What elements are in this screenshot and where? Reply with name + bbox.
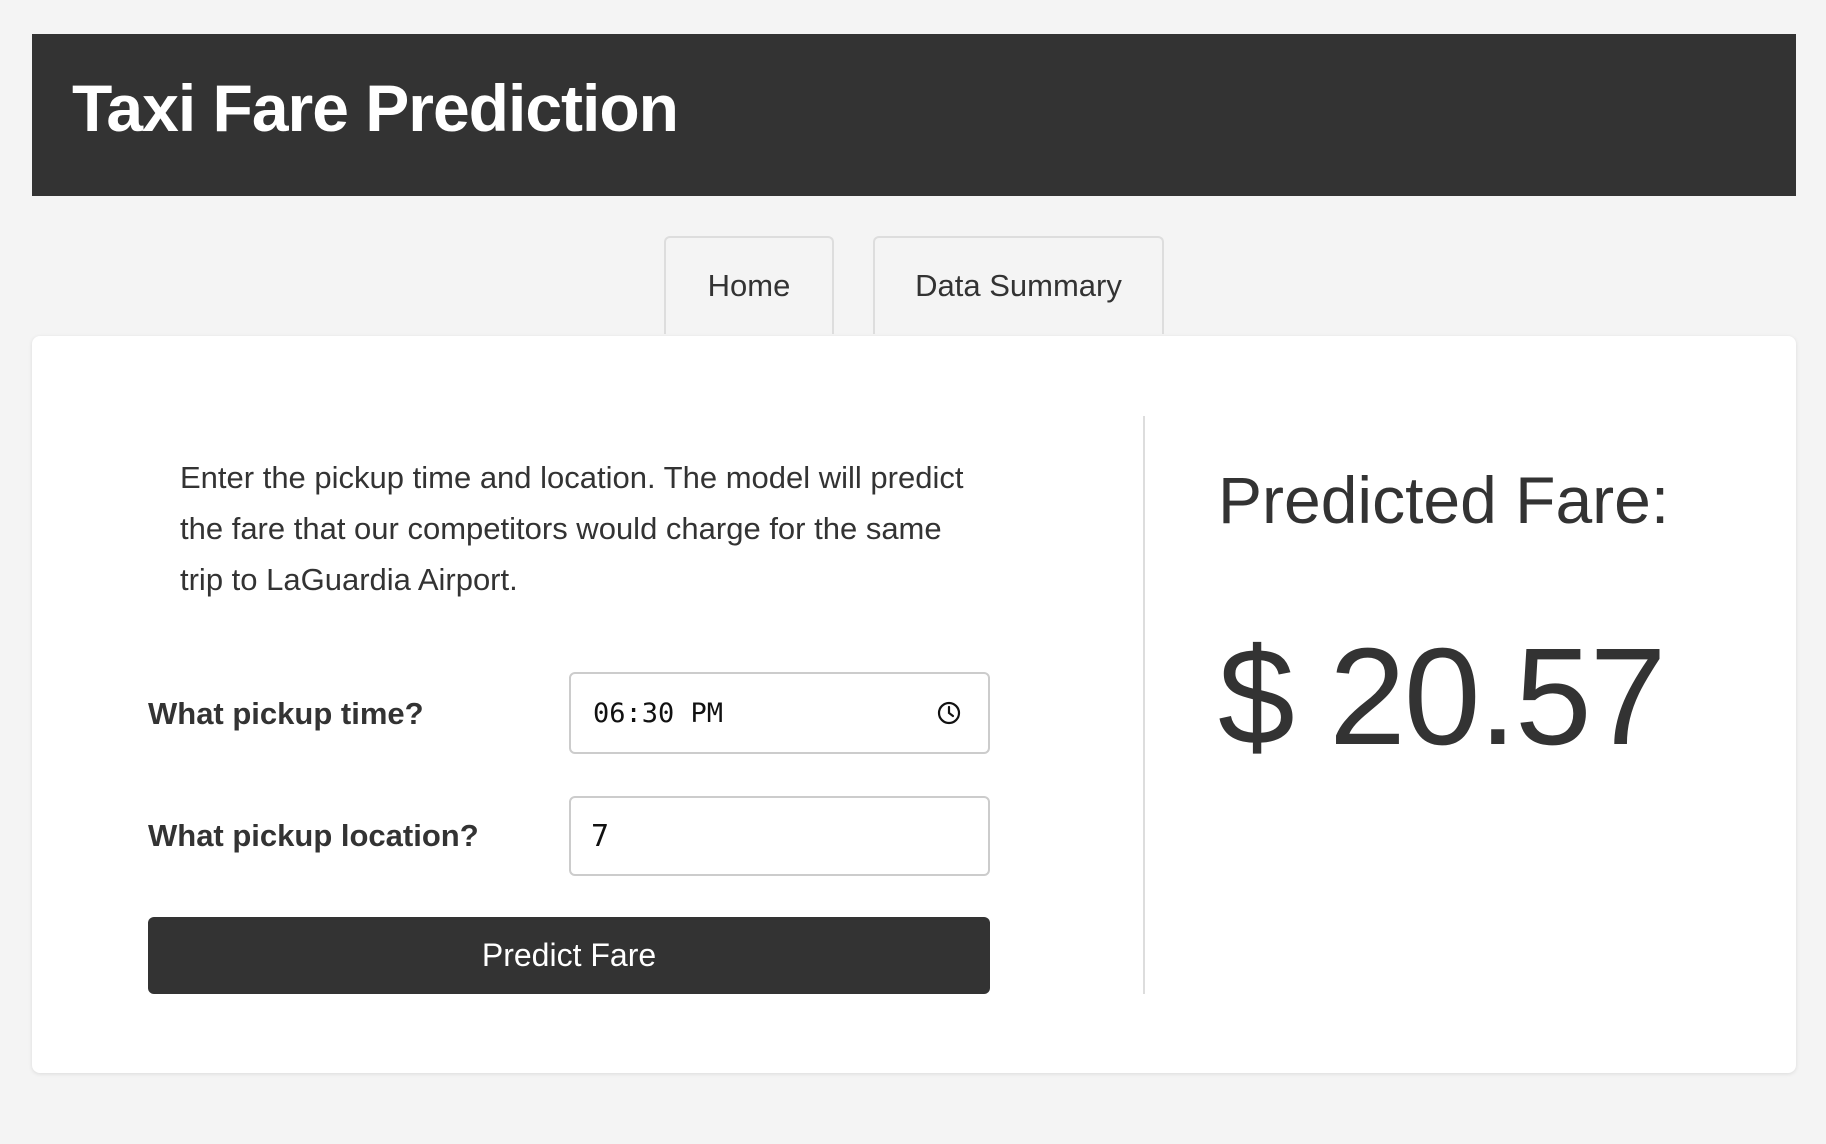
pickup-location-value: 7: [591, 818, 610, 854]
app-header: Taxi Fare Prediction: [32, 34, 1796, 196]
tab-data-summary[interactable]: Data Summary: [873, 236, 1164, 334]
predicted-fare-heading: Predicted Fare:: [1218, 463, 1670, 537]
pickup-location-label: What pickup location?: [148, 818, 479, 853]
pickup-location-input[interactable]: 7: [569, 796, 990, 876]
instructions-text: Enter the pickup time and location. The …: [180, 460, 964, 597]
predicted-fare-value: $ 20.57: [1218, 620, 1666, 774]
pickup-time-input[interactable]: 06:30 PM: [569, 672, 990, 754]
pickup-time-label: What pickup time?: [148, 696, 424, 731]
app-title: Taxi Fare Prediction: [72, 71, 679, 145]
clock-icon[interactable]: [936, 700, 962, 726]
predict-fare-button[interactable]: Predict Fare: [148, 917, 990, 994]
column-divider: [1143, 416, 1145, 994]
pickup-time-value: 06:30 PM: [593, 697, 724, 729]
tab-home[interactable]: Home: [664, 236, 834, 334]
main-panel: Enter the pickup time and location. The …: [32, 336, 1796, 1073]
tab-bar: Home Data Summary: [0, 236, 1826, 336]
